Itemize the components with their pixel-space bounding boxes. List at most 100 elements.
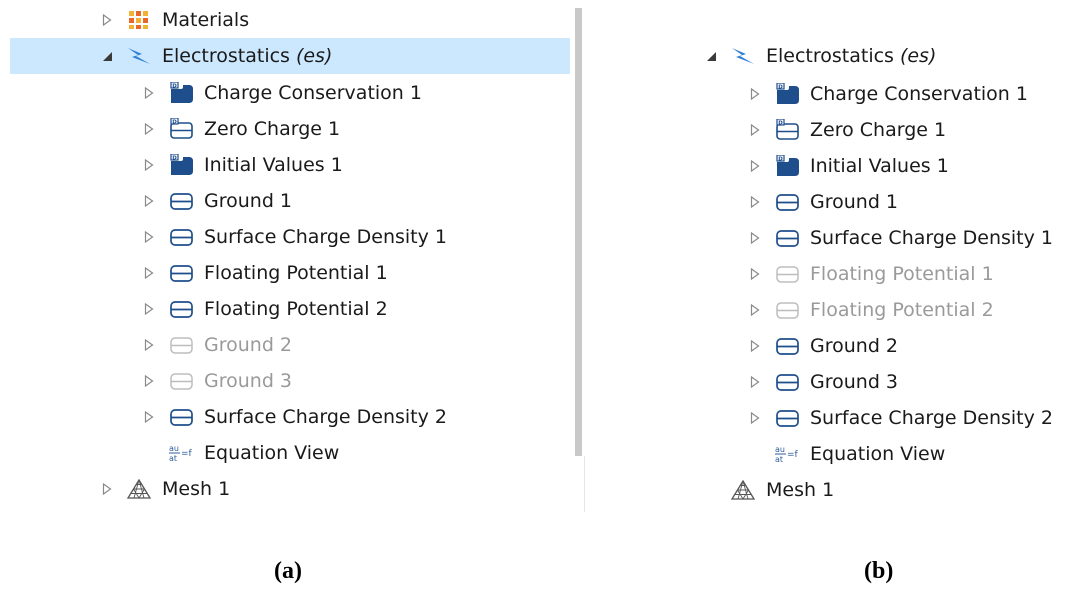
tree-node-charge-conservation[interactable]: D Charge Conservation 1 (142, 75, 422, 111)
tree-node-ground-1[interactable]: Ground 1 (142, 183, 292, 219)
expand-arrow-icon[interactable] (748, 375, 762, 389)
model-tree-panel-b: Electrostatics (es) D Charge Conservatio… (600, 0, 1086, 512)
expand-arrow-icon[interactable] (748, 123, 762, 137)
tree-node-initial-values[interactable]: D Initial Values 1 (748, 148, 949, 184)
tree-node-equation-view[interactable]: au at =f Equation View (748, 436, 945, 472)
electrostatics-icon (730, 45, 756, 67)
expand-arrow-icon[interactable] (748, 195, 762, 209)
tree-node-floating-potential-1[interactable]: Floating Potential 1 (142, 255, 388, 291)
expand-arrow-icon[interactable] (748, 339, 762, 353)
mesh-icon (730, 479, 756, 501)
tree-node-electrostatics[interactable]: Electrostatics (es) (704, 38, 936, 74)
tree-node-label: Surface Charge Density 1 (810, 227, 1054, 249)
boundary-icon (168, 298, 194, 320)
figure-caption-a: (a) (274, 558, 302, 584)
collapse-arrow-icon[interactable] (704, 49, 718, 63)
tree-node-mesh[interactable]: Mesh 1 (704, 472, 834, 508)
tree-node-materials[interactable]: Materials (100, 2, 570, 38)
tree-node-label: Ground 3 (204, 370, 293, 392)
tree-node-zero-charge[interactable]: D Zero Charge 1 (748, 112, 946, 148)
tree-node-label: Surface Charge Density 2 (810, 407, 1054, 429)
boundary-icon (168, 226, 194, 248)
boundary-disabled-icon (774, 299, 800, 321)
vertical-scrollbar[interactable] (575, 8, 582, 456)
tree-node-surface-charge-density-2[interactable]: Surface Charge Density 2 (748, 400, 1053, 436)
expand-arrow-icon[interactable] (142, 410, 156, 424)
svg-text:D: D (172, 155, 177, 161)
expand-arrow-icon[interactable] (142, 266, 156, 280)
svg-text:au: au (169, 444, 179, 453)
svg-text:D: D (778, 156, 783, 162)
boundary-disabled-icon (774, 263, 800, 285)
expand-arrow-icon[interactable] (100, 482, 114, 496)
tree-node-zero-charge[interactable]: D Zero Charge 1 (142, 111, 340, 147)
tree-node-label: Mesh 1 (162, 478, 231, 500)
tree-node-label: Ground 1 (810, 191, 899, 213)
svg-text:au: au (775, 445, 785, 454)
tree-node-ground-2[interactable]: Ground 2 (748, 328, 898, 364)
tree-node-label: Ground 1 (204, 190, 293, 212)
tree-node-floating-potential-2[interactable]: Floating Potential 2 (142, 291, 388, 327)
tree-node-label: Floating Potential 1 (810, 263, 994, 285)
tree-node-ground-2[interactable]: Ground 2 (142, 327, 292, 363)
expand-arrow-icon[interactable] (748, 87, 762, 101)
tree-node-mesh[interactable]: Mesh 1 (100, 471, 230, 507)
tree-node-floating-potential-1[interactable]: Floating Potential 1 (748, 256, 994, 292)
expand-arrow-icon[interactable] (748, 159, 762, 173)
expand-arrow-icon[interactable] (142, 158, 156, 172)
physics-tag: (es) (899, 45, 937, 67)
collapse-arrow-icon[interactable] (100, 49, 114, 63)
boundary-icon (168, 406, 194, 428)
boundary-icon (774, 335, 800, 357)
default-boundary-icon: D (774, 119, 800, 141)
tree-node-label: Charge Conservation 1 (810, 83, 1028, 105)
tree-node-label: Floating Potential 2 (204, 298, 388, 320)
svg-text:at: at (169, 454, 177, 463)
tree-node-surface-charge-density-1[interactable]: Surface Charge Density 1 (748, 220, 1053, 256)
tree-node-ground-1[interactable]: Ground 1 (748, 184, 898, 220)
tree-node-ground-3[interactable]: Ground 3 (142, 363, 292, 399)
tree-node-electrostatics[interactable]: Electrostatics (es) (10, 38, 570, 74)
tree-node-surface-charge-density-2[interactable]: Surface Charge Density 2 (142, 399, 447, 435)
tree-node-label: Floating Potential 2 (810, 299, 994, 321)
default-node-icon: D (168, 82, 194, 104)
physics-tag: (es) (295, 45, 333, 67)
expand-arrow-icon[interactable] (748, 411, 762, 425)
electrostatics-icon (126, 45, 152, 67)
boundary-disabled-icon (168, 334, 194, 356)
tree-node-floating-potential-2[interactable]: Floating Potential 2 (748, 292, 994, 328)
expand-arrow-icon[interactable] (748, 303, 762, 317)
expand-arrow-icon[interactable] (142, 230, 156, 244)
expand-arrow-icon[interactable] (142, 338, 156, 352)
boundary-icon (774, 371, 800, 393)
tree-node-surface-charge-density-1[interactable]: Surface Charge Density 1 (142, 219, 447, 255)
expand-arrow-icon[interactable] (142, 122, 156, 136)
materials-icon (126, 9, 152, 31)
tree-node-initial-values[interactable]: D Initial Values 1 (142, 147, 343, 183)
tree-node-label: Ground 3 (810, 371, 899, 393)
expand-arrow-icon[interactable] (142, 302, 156, 316)
expand-arrow-icon[interactable] (142, 194, 156, 208)
boundary-icon (168, 190, 194, 212)
expand-arrow-icon[interactable] (748, 267, 762, 281)
tree-node-equation-view[interactable]: au at =f Equation View (142, 435, 339, 471)
svg-text:at: at (775, 455, 783, 464)
expand-arrow-icon[interactable] (748, 231, 762, 245)
expand-arrow-icon[interactable] (142, 86, 156, 100)
physics-label: Electrostatics (162, 45, 290, 67)
tree-node-charge-conservation[interactable]: D Charge Conservation 1 (748, 76, 1028, 112)
figure-caption-b: (b) (864, 558, 894, 584)
tree-node-label: Ground 2 (204, 334, 293, 356)
svg-text:D: D (172, 119, 177, 125)
expand-arrow-icon[interactable] (142, 374, 156, 388)
default-node-icon: D (774, 83, 800, 105)
boundary-disabled-icon (168, 370, 194, 392)
mesh-icon (126, 478, 152, 500)
default-node-icon: D (774, 155, 800, 177)
tree-node-label: Initial Values 1 (204, 154, 343, 176)
equation-view-icon: au at =f (774, 443, 800, 465)
svg-text:D: D (172, 83, 177, 89)
expand-arrow-icon[interactable] (100, 13, 114, 27)
tree-node-ground-3[interactable]: Ground 3 (748, 364, 898, 400)
boundary-icon (774, 191, 800, 213)
